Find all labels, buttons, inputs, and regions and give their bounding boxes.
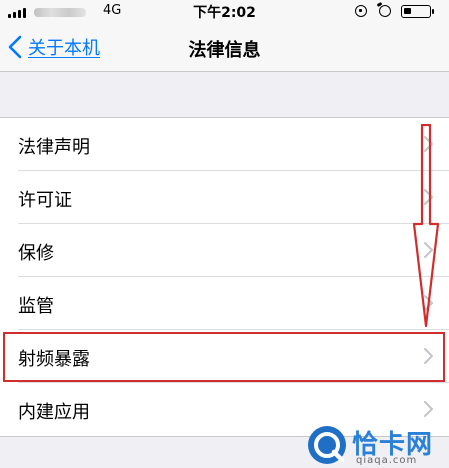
legal-info-list: 法律声明 许可证 保修 监管 射频暴露 内建应用 bbox=[0, 117, 449, 437]
rotation-lock-icon bbox=[355, 5, 367, 17]
chevron-right-icon bbox=[424, 189, 433, 205]
list-item-rf-exposure[interactable]: 射频暴露 bbox=[0, 330, 449, 383]
chevron-right-icon bbox=[424, 136, 433, 152]
status-bar: 4G 下午2:02 bbox=[0, 0, 449, 24]
list-item-label: 监管 bbox=[18, 296, 54, 317]
chevron-right-icon bbox=[424, 401, 433, 417]
list-item-warranty[interactable]: 保修 bbox=[0, 224, 449, 277]
chevron-right-icon bbox=[424, 295, 433, 311]
chevron-right-icon bbox=[424, 348, 433, 364]
alarm-icon bbox=[379, 5, 391, 17]
list-item-label: 法律声明 bbox=[18, 137, 90, 158]
list-item-label: 内建应用 bbox=[18, 402, 90, 423]
chevron-right-icon bbox=[424, 242, 433, 258]
watermark-url: qiaqa.com bbox=[356, 455, 418, 466]
list-item-label: 保修 bbox=[18, 243, 54, 264]
list-item-label: 射频暴露 bbox=[18, 349, 90, 370]
navigation-bar: 关于本机 法律信息 bbox=[0, 24, 449, 72]
list-item-license[interactable]: 许可证 bbox=[0, 171, 449, 224]
list-item-legal-notices[interactable]: 法律声明 bbox=[0, 118, 449, 171]
battery-icon bbox=[401, 5, 434, 18]
list-item-regulatory[interactable]: 监管 bbox=[0, 277, 449, 330]
page-title: 法律信息 bbox=[188, 40, 261, 61]
list-item-label: 许可证 bbox=[18, 190, 72, 211]
list-item-built-in-apps[interactable]: 内建应用 bbox=[0, 383, 449, 436]
status-icons bbox=[349, 3, 439, 21]
